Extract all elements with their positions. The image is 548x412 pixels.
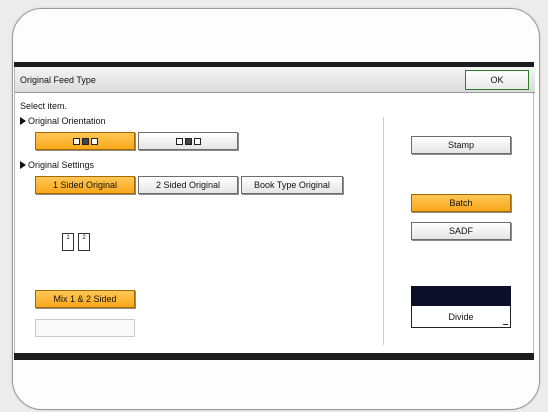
disabled-button xyxy=(35,319,135,337)
page-sheet: 2 xyxy=(78,233,90,251)
orientation-readable-button[interactable] xyxy=(35,132,135,150)
vertical-divider xyxy=(383,117,384,345)
ok-button[interactable]: OK xyxy=(465,70,529,90)
book-type-original-button[interactable]: Book Type Original xyxy=(241,176,343,194)
pages-illustration: 1 2 xyxy=(62,233,90,251)
settings-label-text: Original Settings xyxy=(28,160,95,170)
divide-button[interactable]: Divide xyxy=(411,306,511,328)
divide-counter-panel xyxy=(411,286,511,306)
stamp-button[interactable]: Stamp xyxy=(411,136,511,154)
orientation-readable-icon xyxy=(72,137,98,145)
orientation-section-label: Original Orientation xyxy=(20,116,106,126)
touch-screen: Original Feed Type OK Select item. Origi… xyxy=(14,67,535,353)
two-sided-original-button[interactable]: 2 Sided Original xyxy=(138,176,238,194)
dialog-title: Original Feed Type xyxy=(20,75,96,85)
batch-button[interactable]: Batch xyxy=(411,194,511,212)
orientation-unreadable-button[interactable] xyxy=(138,132,238,150)
sadf-button[interactable]: SADF xyxy=(411,222,511,240)
mix-sided-button[interactable]: Mix 1 & 2 Sided xyxy=(35,290,135,308)
instruction-text: Select item. xyxy=(20,101,68,111)
page-sheet: 1 xyxy=(62,233,74,251)
divide-corner-mark xyxy=(503,324,508,325)
one-sided-original-button[interactable]: 1 Sided Original xyxy=(35,176,135,194)
bottom-bezel xyxy=(14,353,534,360)
arrow-right-icon xyxy=(20,161,26,169)
orientation-label-text: Original Orientation xyxy=(28,116,106,126)
settings-section-label: Original Settings xyxy=(20,160,94,170)
orientation-unreadable-icon xyxy=(175,137,201,145)
arrow-right-icon xyxy=(20,117,26,125)
divide-label: Divide xyxy=(448,311,474,322)
title-bar: Original Feed Type OK xyxy=(15,67,535,93)
